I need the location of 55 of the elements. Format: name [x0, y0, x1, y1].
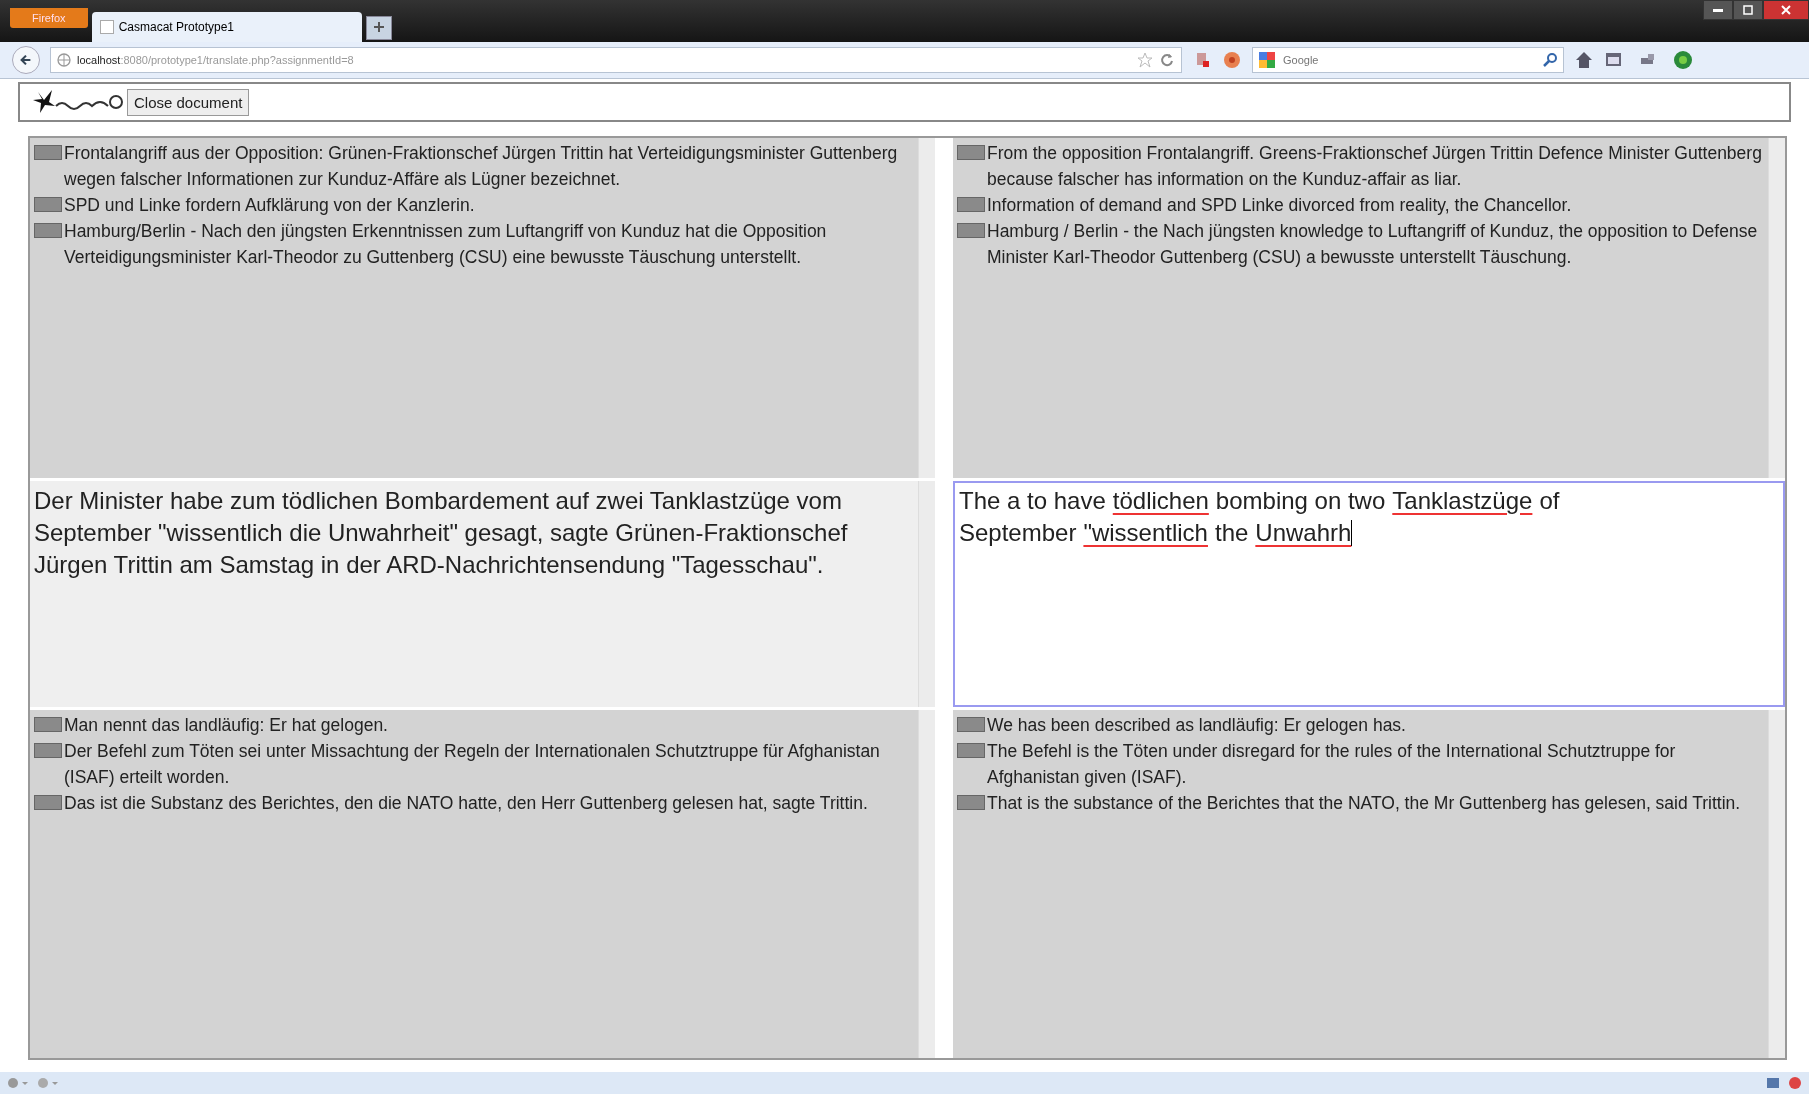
addon-bar-icon[interactable] — [6, 1076, 30, 1090]
globe-icon — [57, 53, 71, 67]
minimize-icon — [1713, 8, 1723, 12]
source-sentence: Der Befehl zum Töten sei unter Missachtung der Regeln der Internationalen Schutztruppe für Afghanistan (ISAF) erteilt worden. — [64, 740, 881, 789]
close-document-button[interactable]: Close document — [127, 88, 250, 116]
target-sentence: Information of demand and SPD Linke divorced from reality, the Chancellor. — [987, 194, 1572, 217]
segment-number-icon — [34, 223, 62, 238]
target-sentence: The Befehl is the Töten under disregard for the rules of the International Schutztruppe for Afghanistan given (ISAF). — [987, 740, 1677, 789]
segment-number-icon — [957, 223, 985, 238]
segment-number-icon — [34, 743, 62, 758]
target-sentence: Hamburg / Berlin - the Nach jüngsten knowledge to Luftangriff of Kunduz, the opposition to Defense Minister Karl-Theodor Guttenberg (CSU) a bewusste unterstellt Täuschung. — [987, 220, 1759, 269]
back-arrow-icon — [19, 52, 33, 68]
segment-number-icon — [957, 717, 985, 732]
maximize-button[interactable] — [1733, 0, 1763, 20]
segment-number-icon — [34, 717, 62, 732]
scrollbar[interactable] — [1768, 710, 1785, 1058]
segment-number-icon — [34, 795, 62, 810]
close-button[interactable] — [1763, 0, 1809, 20]
plus-icon — [372, 20, 385, 33]
star-icon[interactable] — [1137, 52, 1153, 68]
scrollbar[interactable] — [918, 710, 935, 1058]
translation-editor[interactable]: The a to have tödlichen bombing on two Tanklastzüge of September "wissentlich the Unwahrh — [953, 481, 1785, 707]
extension-icon[interactable] — [1672, 49, 1694, 71]
active-source-sentence: Der Minister habe zum tödlichen Bombardement auf zwei Tanklastzüge vom September "wissentlich die Unwahrheit" gesagt, sagte Grünen-Fraktionschef Jürgen Trittin am Samstag in der ARD-Nachrichtensendung "Tagesschau". — [34, 487, 848, 578]
status-icon[interactable] — [1765, 1076, 1781, 1090]
segment-number-icon — [957, 145, 985, 160]
source-sentence: SPD und Linke fordern Aufklärung von der Kanzlerin. — [64, 194, 475, 217]
new-tab-button[interactable] — [365, 16, 392, 40]
minimize-button[interactable] — [1703, 0, 1733, 20]
status-icon[interactable] — [1787, 1076, 1803, 1090]
scrollbar[interactable] — [918, 138, 935, 478]
search-icon[interactable] — [1542, 52, 1558, 68]
scrollbar[interactable] — [1768, 138, 1785, 478]
browser-tab[interactable]: Casmacat Prototype1 — [91, 12, 362, 42]
address-bar[interactable]: localhost:8080/prototype1/translate.php?assignmentId=8 — [50, 47, 1182, 73]
back-button[interactable] — [12, 46, 40, 74]
home-icon[interactable] — [1574, 50, 1594, 70]
segment-number-icon — [957, 795, 985, 810]
search-box[interactable]: Google — [1252, 47, 1564, 73]
source-sentence: Frontalangriff aus der Opposition: Grünen-Fraktionschef Jürgen Trittin hat Verteidigungsminister Guttenberg wegen falscher Informationen zur Kunduz-Affäre als Lügner bezeichnet. — [64, 142, 899, 191]
search-engine-icon — [1258, 51, 1276, 69]
target-sentence: From the opposition Frontalangriff. Greens-Fraktionschef Jürgen Trittin Defence Minister Guttenberg because falscher has information on the Kunduz-affair as liar. — [987, 142, 1763, 191]
segment-number-icon — [957, 197, 985, 212]
target-sentence: We has been described as landläufig: Er gelogen has. — [987, 714, 1406, 737]
reload-icon[interactable] — [1159, 52, 1175, 68]
source-sentence: Hamburg/Berlin - Nach den jüngsten Erkenntnissen zum Luftangriff von Kunduz hat die Opposition Verteidigungsminister Karl-Theodor zu Guttenberg (CSU) eine bewusste Täuschung unterstellt. — [64, 220, 828, 269]
segment-number-icon — [34, 145, 62, 160]
maximize-icon — [1742, 5, 1754, 15]
target-sentence: That is the substance of the Berichtes that the NATO, the Mr Guttenberg has gelesen, said Trittin. — [987, 792, 1741, 815]
segment-number-icon — [34, 197, 62, 212]
close-icon — [1780, 5, 1792, 15]
source-sentence: Das ist die Substanz des Berichtes, den die NATO hatte, den Herr Guttenberg gelesen hat, sagte Trittin. — [64, 792, 868, 815]
page-icon — [99, 20, 114, 34]
source-sentence: Man nennt das landläufig: Er hat gelogen. — [64, 714, 388, 737]
segment-number-icon — [957, 743, 985, 758]
